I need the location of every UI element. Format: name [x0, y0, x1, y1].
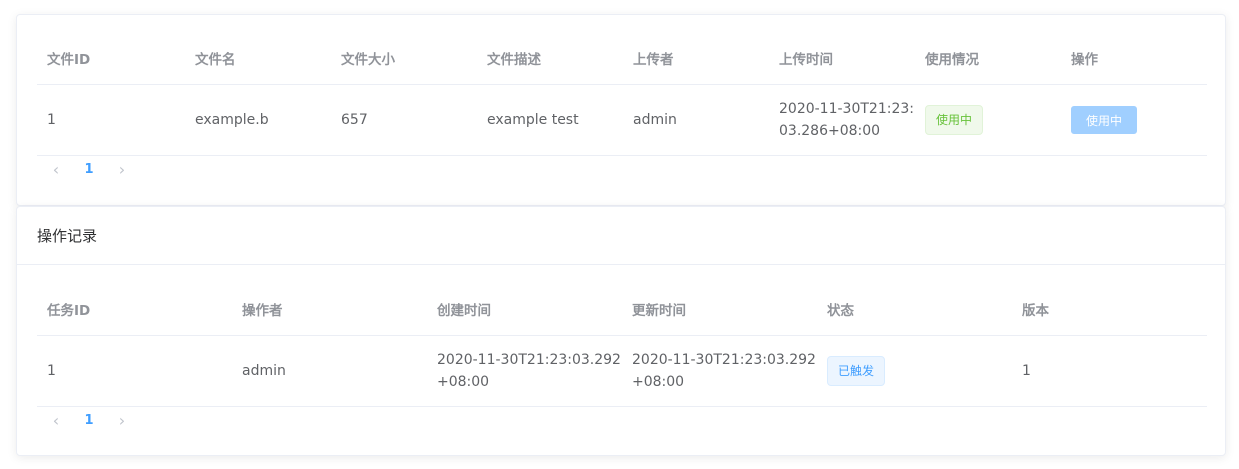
triggered-status-badge: 已触发 [827, 355, 886, 386]
cell-uploader: admin [623, 84, 769, 156]
updated-time-line2: +08:00 [632, 373, 685, 390]
page-number-1[interactable]: 1 [71, 413, 107, 428]
cell-created-time: 2020-11-30T21:23:03.292 +08:00 [427, 335, 622, 407]
col-header-updated-time[interactable]: 更新时间 [622, 283, 817, 336]
files-table-header: 文件ID 文件名 文件大小 文件描述 上传者 上传时间 使用情况 操作 [37, 32, 1207, 85]
created-time-line1: 2020-11-30T21:23:03.292 [437, 351, 621, 368]
cell-task-id: 1 [37, 335, 232, 407]
page-number-1[interactable]: 1 [71, 162, 107, 177]
col-header-version[interactable]: 版本 [1012, 283, 1207, 336]
col-header-upload-time[interactable]: 上传时间 [769, 32, 915, 85]
cell-file-id: 1 [37, 84, 185, 156]
cell-file-description: example test [477, 84, 623, 156]
table-row[interactable]: 1 admin 2020-11-30T21:23:03.292 +08:00 2… [37, 335, 1207, 407]
records-pagination: ‹ 1 › [49, 406, 129, 434]
usage-status-badge: 使用中 [925, 104, 984, 135]
col-header-operator[interactable]: 操作者 [232, 283, 427, 336]
next-page-icon[interactable]: › [115, 160, 129, 179]
cell-upload-time: 2020-11-30T21:23: 03.286+08:00 [769, 84, 915, 156]
col-header-file-size[interactable]: 文件大小 [331, 32, 477, 85]
records-table: 任务ID 操作者 创建时间 更新时间 状态 版本 1 admin 2020-11… [37, 283, 1207, 407]
records-table-header: 任务ID 操作者 创建时间 更新时间 状态 版本 [37, 283, 1207, 336]
prev-page-icon[interactable]: ‹ [49, 160, 63, 179]
col-header-usage[interactable]: 使用情况 [915, 32, 1061, 85]
cell-updated-time: 2020-11-30T21:23:03.292 +08:00 [622, 335, 817, 407]
col-header-status[interactable]: 状态 [817, 283, 1012, 336]
files-pagination: ‹ 1 › [49, 155, 129, 183]
col-header-created-time[interactable]: 创建时间 [427, 283, 622, 336]
cell-action: 使用中 [1061, 84, 1207, 156]
col-header-action[interactable]: 操作 [1061, 32, 1207, 85]
operation-records-card: 操作记录 任务ID 操作者 创建时间 更新时间 状态 版本 1 admin 20… [16, 206, 1226, 456]
cell-file-size: 657 [331, 84, 477, 156]
prev-page-icon[interactable]: ‹ [49, 411, 63, 430]
col-header-file-name[interactable]: 文件名 [185, 32, 331, 85]
cell-operator: admin [232, 335, 427, 407]
created-time-line2: +08:00 [437, 373, 490, 390]
files-card: 文件ID 文件名 文件大小 文件描述 上传者 上传时间 使用情况 操作 1 ex… [16, 14, 1226, 206]
col-header-uploader[interactable]: 上传者 [623, 32, 769, 85]
upload-time-line2: 03.286+08:00 [779, 122, 881, 139]
updated-time-line1: 2020-11-30T21:23:03.292 [632, 351, 816, 368]
files-table: 文件ID 文件名 文件大小 文件描述 上传者 上传时间 使用情况 操作 1 ex… [37, 32, 1207, 156]
col-header-file-id[interactable]: 文件ID [37, 32, 185, 85]
cell-version: 1 [1012, 335, 1207, 407]
col-header-task-id[interactable]: 任务ID [37, 283, 232, 336]
cell-usage: 使用中 [915, 84, 1061, 156]
in-use-button[interactable]: 使用中 [1071, 105, 1138, 134]
next-page-icon[interactable]: › [115, 411, 129, 430]
cell-status: 已触发 [817, 335, 1012, 407]
cell-file-name: example.b [185, 84, 331, 156]
operation-records-title: 操作记录 [17, 207, 1225, 265]
table-row[interactable]: 1 example.b 657 example test admin 2020-… [37, 84, 1207, 156]
col-header-file-description[interactable]: 文件描述 [477, 32, 623, 85]
upload-time-line1: 2020-11-30T21:23: [779, 100, 914, 117]
